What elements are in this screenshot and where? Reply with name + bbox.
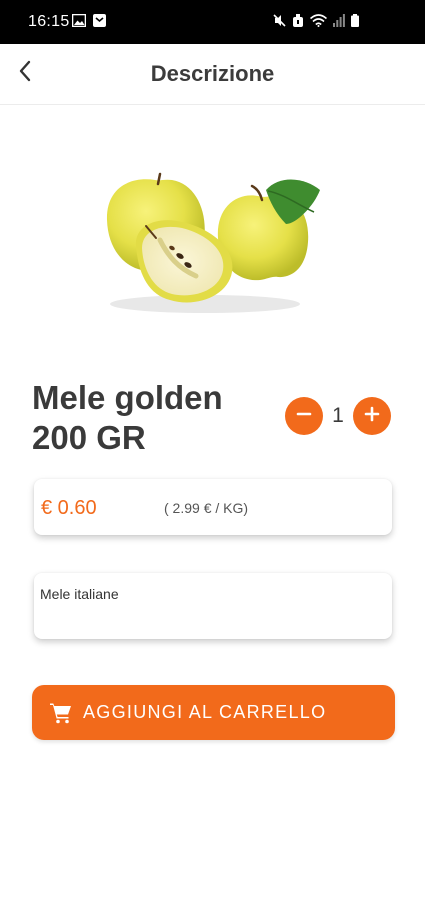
price-value: € 0.60 [41, 497, 97, 519]
description-card: Mele italiane [34, 573, 392, 639]
description-text: Mele italiane [40, 586, 119, 602]
add-to-cart-button[interactable]: AGGIUNGI AL CARRELLO [32, 685, 395, 740]
product-image [100, 168, 328, 316]
minus-icon [296, 406, 312, 427]
status-time: 16:15 [28, 13, 70, 30]
image-icon [72, 14, 86, 27]
app-bar: Descrizione [0, 44, 425, 105]
quantity-value: 1 [332, 404, 344, 427]
page-title: Descrizione [150, 61, 275, 86]
product-weight: 200 GR [32, 419, 146, 456]
cart-icon [49, 701, 73, 725]
plus-icon [364, 406, 380, 427]
signal-icon [333, 14, 345, 27]
alarm-icon [292, 14, 304, 27]
notification-icon [93, 14, 106, 27]
status-right-icons [273, 14, 359, 27]
product-name: Mele golden [32, 379, 223, 416]
status-bar: 16:15 [0, 0, 425, 44]
decrease-quantity-button[interactable] [285, 397, 323, 435]
wifi-icon [310, 14, 327, 27]
product-title: Mele golden 200 GR [32, 378, 272, 458]
price-per-kg: ( 2.99 € / KG) [164, 500, 249, 516]
quantity-stepper: 1 [285, 397, 391, 435]
price-card: € 0.60 ( 2.99 € / KG) [34, 479, 392, 535]
status-left-icons [72, 14, 106, 27]
mute-icon [273, 14, 286, 27]
battery-icon [351, 14, 359, 27]
increase-quantity-button[interactable] [353, 397, 391, 435]
add-to-cart-label: AGGIUNGI AL CARRELLO [83, 702, 327, 722]
